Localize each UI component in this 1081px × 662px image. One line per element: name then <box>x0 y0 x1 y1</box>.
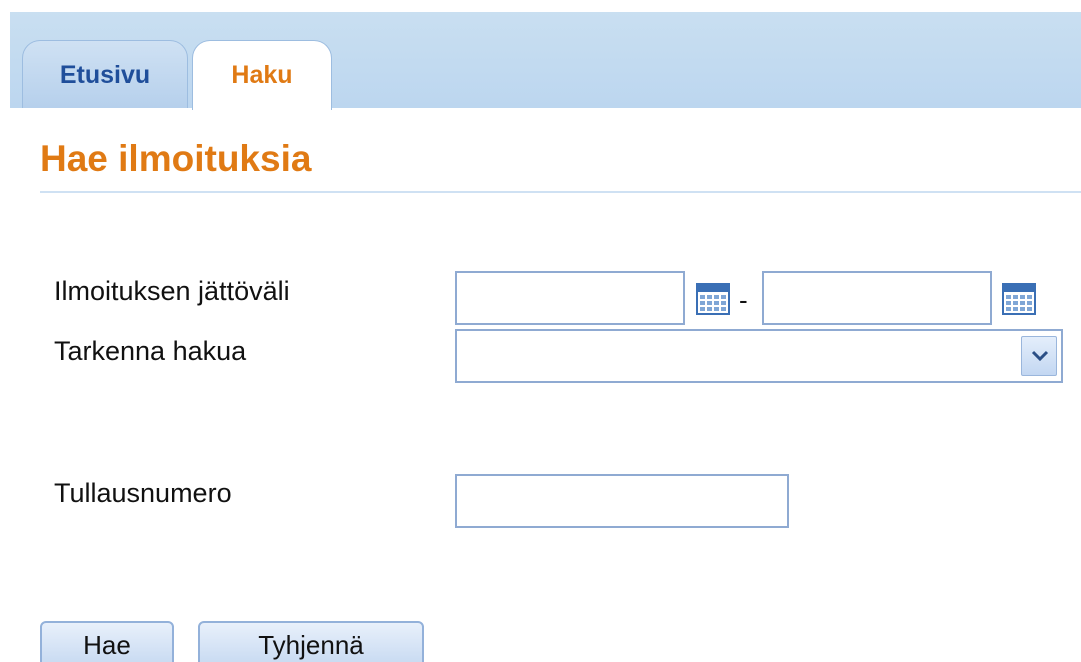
chevron-down-icon[interactable] <box>1021 336 1057 376</box>
customs-number-label: Tullausnumero <box>54 478 232 508</box>
period-to-input[interactable] <box>762 271 992 325</box>
page: Etusivu Haku Hae ilmoituksia Ilmoituksen… <box>0 0 1081 662</box>
period-from-input[interactable] <box>455 271 685 325</box>
period-separator: - <box>739 285 748 315</box>
calendar-icon[interactable] <box>1002 283 1036 315</box>
tab-bar: Etusivu Haku <box>10 12 1081 110</box>
tab-haku[interactable]: Haku <box>192 40 332 110</box>
refine-select[interactable] <box>455 329 1063 383</box>
refine-label: Tarkenna hakua <box>54 336 247 366</box>
clear-button[interactable]: Tyhjennä <box>198 621 424 662</box>
page-title: Hae ilmoituksia <box>40 138 312 179</box>
tab-etusivu[interactable]: Etusivu <box>22 40 188 108</box>
customs-number-input[interactable] <box>455 474 789 528</box>
title-divider <box>40 191 1081 193</box>
period-label: Ilmoituksen jättöväli <box>54 276 290 306</box>
search-button[interactable]: Hae <box>40 621 174 662</box>
calendar-icon[interactable] <box>696 283 730 315</box>
